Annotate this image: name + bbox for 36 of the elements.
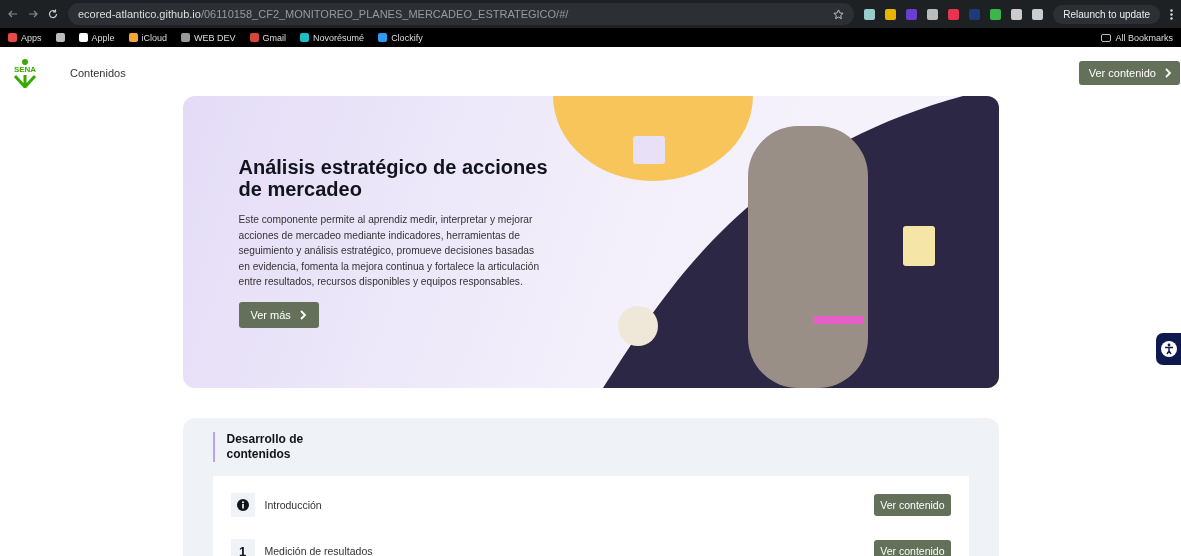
bookmark-item[interactable]: Clockify (378, 32, 423, 43)
extension-icon[interactable] (1032, 8, 1044, 20)
extension-icon[interactable] (1011, 8, 1023, 20)
section-label: Introducción (264, 499, 323, 511)
page-title: Contenidos (70, 67, 126, 79)
view-content-button[interactable]: Ver contenido (874, 540, 951, 556)
section-title: Desarrollo de contenidos (212, 432, 317, 462)
back-icon[interactable] (8, 9, 18, 19)
extension-icon[interactable] (885, 8, 897, 20)
bookmark-item[interactable]: Novorésumé (300, 32, 365, 43)
hero-title: Análisis estratégico de acciones de mercadeo (238, 156, 549, 200)
address-bar[interactable]: ecored-atlantico.github.io/06110158_CF2_MONITOREO_PLANES_MERCADEO_ESTRATEGICO/#/ (68, 3, 855, 25)
view-content-button[interactable]: Ver contenido (1078, 61, 1180, 85)
more-menu-icon[interactable] (1170, 8, 1173, 20)
extension-icon[interactable] (927, 8, 939, 20)
view-content-button[interactable]: Ver contenido (874, 494, 951, 516)
forward-icon[interactable] (28, 9, 38, 19)
bookmark-item[interactable]: Apple (78, 32, 115, 43)
bookmark-item[interactable]: Apps (8, 32, 42, 43)
bookmark-item[interactable]: WEB DEV (181, 32, 236, 43)
bookmark-item[interactable]: Gmail (249, 32, 287, 43)
reload-icon[interactable] (48, 9, 58, 19)
accessibility-icon[interactable] (1156, 333, 1181, 365)
bookmark-item[interactable]: iCloud (128, 32, 168, 43)
hero-description: Este componente permite al aprendiz medir, interpretar y mejorar acciones de mercadeo mediante indicadores, herramientas de seguimiento y análisis estratégico, promueve decisiones basadas en evidencia, fomenta la mejora continua y fortalece la articulación entre resultados, recursos disponibles y equipos responsables. (238, 213, 541, 290)
extension-icon[interactable] (864, 8, 876, 20)
chevron-right-icon (298, 309, 307, 320)
see-more-button[interactable]: Ver más (238, 301, 319, 328)
relaunch-button[interactable]: Relaunch to update (1053, 4, 1160, 24)
extension-icon[interactable] (990, 8, 1002, 20)
info-icon (230, 493, 255, 517)
chevron-right-icon (1164, 68, 1172, 78)
section-label: Medición de resultados (264, 545, 374, 556)
all-bookmarks-item[interactable]: All Bookmarks (1101, 32, 1173, 43)
section-number: 1 (230, 539, 255, 556)
star-icon[interactable] (833, 8, 845, 20)
